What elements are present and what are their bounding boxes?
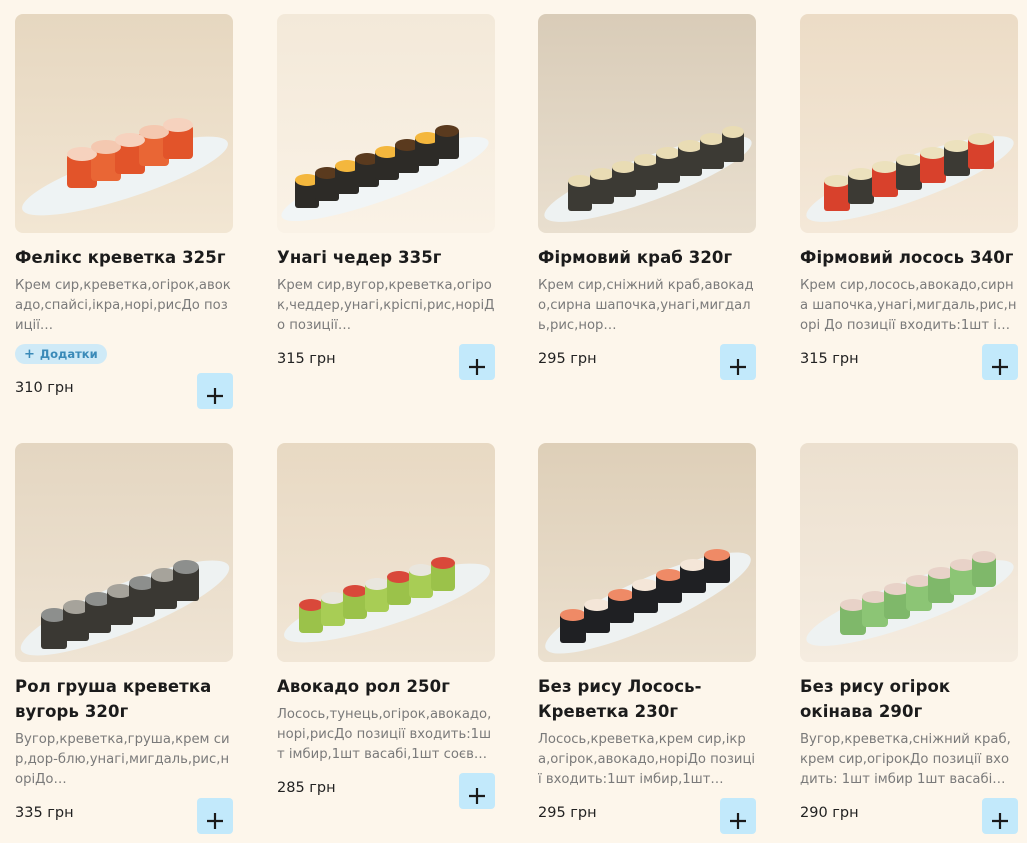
product-name[interactable]: Унагі чедер 335г	[277, 245, 495, 270]
product-card[interactable]: Без рису огірок окінава 290г Вугор,креве…	[800, 443, 1018, 835]
add-to-cart-button[interactable]	[720, 798, 756, 834]
product-footer: 295 грн	[538, 344, 756, 381]
product-card[interactable]: Фірмовий краб 320г Крем сир,сніжний краб…	[538, 14, 756, 381]
product-price: 315 грн	[800, 351, 859, 367]
product-description: Вугор,креветка,сніжний краб,крем сир,огі…	[800, 732, 1011, 787]
product-name[interactable]: Рол груша креветка вугорь 320г	[15, 674, 233, 724]
product-footer: 295 грн	[538, 798, 756, 835]
add-to-cart-button[interactable]	[459, 344, 495, 380]
product-card[interactable]: Фелікс креветка 325г Крем сир,креветка,о…	[15, 14, 233, 410]
product-card[interactable]: Без рису Лосось-Креветка 230г Лосось,кре…	[538, 443, 756, 835]
product-grid: Фелікс креветка 325г Крем сир,креветка,о…	[0, 0, 1027, 843]
product-photo[interactable]	[15, 14, 233, 233]
product-description: Лосось,тунець,огірок,авокадо,норі,рисДо …	[277, 707, 492, 762]
product-name[interactable]: Авокадо рол 250г	[277, 674, 495, 699]
product-footer: 310 грн	[15, 373, 233, 410]
product-card[interactable]: Рол груша креветка вугорь 320г Вугор,кре…	[15, 443, 233, 835]
product-price: 295 грн	[538, 805, 597, 821]
product-footer: 315 грн	[277, 344, 495, 381]
product-price: 285 грн	[277, 780, 336, 796]
product-card[interactable]: Унагі чедер 335г Крем сир,вугор,креветка…	[277, 14, 495, 381]
add-to-cart-button[interactable]	[982, 798, 1018, 834]
product-photo[interactable]	[800, 14, 1018, 233]
product-footer: 315 грн	[800, 344, 1018, 381]
product-name[interactable]: Без рису огірок окінава 290г	[800, 674, 1018, 724]
product-photo[interactable]	[800, 443, 1018, 662]
product-name[interactable]: Фірмовий лосось 340г	[800, 245, 1018, 270]
product-price: 295 грн	[538, 351, 597, 367]
plus-icon	[992, 812, 1008, 829]
product-footer: 285 грн	[277, 773, 495, 810]
product-description: Лосось,креветка,крем сир,ікра,огірок,аво…	[538, 732, 756, 787]
product-footer: 290 грн	[800, 798, 1018, 835]
product-photo[interactable]	[538, 443, 756, 662]
plus-icon	[469, 358, 485, 375]
product-name[interactable]: Фелікс креветка 325г	[15, 245, 233, 270]
product-photo[interactable]	[15, 443, 233, 662]
product-description: Крем сир,креветка,огірок,авокадо,спайсі,…	[15, 278, 231, 333]
product-photo[interactable]	[277, 443, 495, 662]
product-name[interactable]: Фірмовий краб 320г	[538, 245, 756, 270]
product-photo[interactable]	[538, 14, 756, 233]
plus-icon: +	[24, 346, 35, 362]
product-description: Крем сир,сніжний краб,авокадо,сирна шапо…	[538, 278, 754, 333]
product-description: Крем сир,лосось,авокадо,сирна шапочка,ун…	[800, 278, 1017, 333]
product-price: 290 грн	[800, 805, 859, 821]
product-card[interactable]: Фірмовий лосось 340г Крем сир,лосось,аво…	[800, 14, 1018, 381]
product-description: Вугор,креветка,груша,крем сир,дор-блю,ун…	[15, 732, 230, 787]
addons-label: Додатки	[39, 347, 98, 361]
plus-icon	[207, 812, 223, 829]
product-price: 315 грн	[277, 351, 336, 367]
product-photo[interactable]	[277, 14, 495, 233]
add-to-cart-button[interactable]	[720, 344, 756, 380]
plus-icon	[992, 358, 1008, 375]
plus-icon	[730, 812, 746, 829]
product-card[interactable]: Авокадо рол 250г Лосось,тунець,огірок,ав…	[277, 443, 495, 810]
product-name[interactable]: Без рису Лосось-Креветка 230г	[538, 674, 756, 724]
add-to-cart-button[interactable]	[459, 773, 495, 809]
add-to-cart-button[interactable]	[197, 798, 233, 834]
plus-icon	[469, 787, 485, 804]
addons-button[interactable]: + Додатки	[15, 344, 107, 364]
product-price: 310 грн	[15, 380, 74, 396]
add-to-cart-button[interactable]	[982, 344, 1018, 380]
plus-icon	[730, 358, 746, 375]
product-footer: 335 грн	[15, 798, 233, 835]
product-price: 335 грн	[15, 805, 74, 821]
plus-icon	[207, 387, 223, 404]
product-description: Крем сир,вугор,креветка,огірок,чеддер,ун…	[277, 278, 495, 333]
add-to-cart-button[interactable]	[197, 373, 233, 409]
